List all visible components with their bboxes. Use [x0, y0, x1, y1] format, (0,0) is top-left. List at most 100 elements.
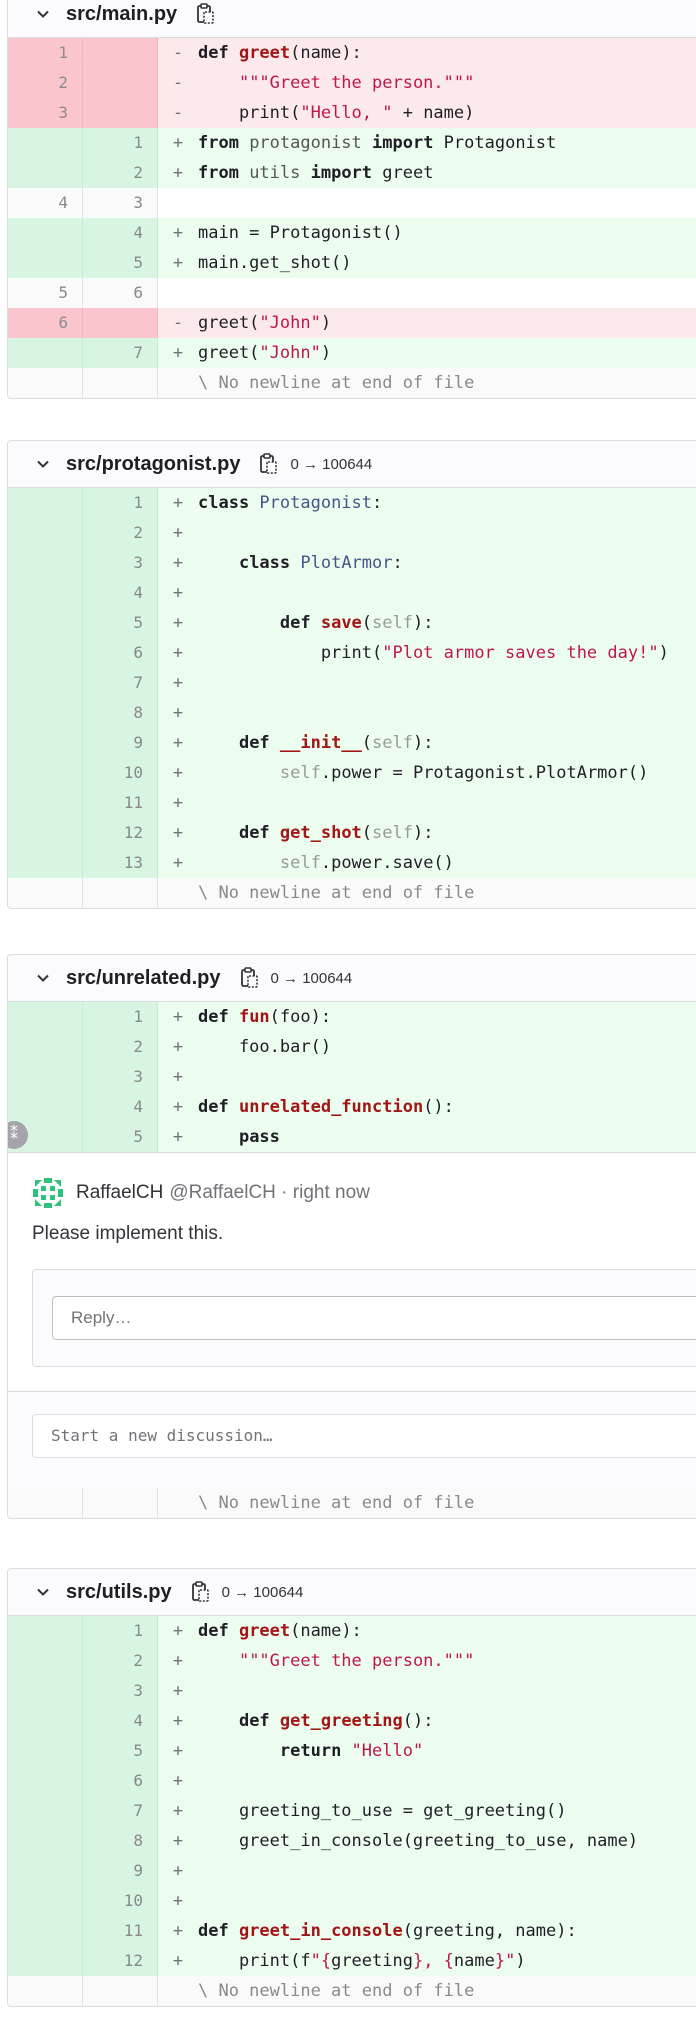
new-line-number[interactable]: 7	[83, 1796, 158, 1826]
new-line-number[interactable]	[83, 308, 158, 338]
new-line-number[interactable]	[83, 38, 158, 68]
new-line-number[interactable]: 5	[83, 608, 158, 638]
new-line-number[interactable]: 6	[83, 278, 158, 308]
new-line-number[interactable]: 5	[83, 1122, 158, 1152]
new-line-number[interactable]: 1	[83, 488, 158, 518]
old-line-number[interactable]: 4	[8, 188, 83, 218]
new-line-number[interactable]: 2	[83, 1032, 158, 1062]
new-line-number[interactable]: 11	[83, 1916, 158, 1946]
copy-path-icon[interactable]	[239, 966, 259, 990]
new-line-number[interactable]: 6	[83, 1766, 158, 1796]
new-line-number[interactable]: 12	[83, 818, 158, 848]
new-line-number[interactable]: 3	[83, 548, 158, 578]
new-line-number[interactable]: 10	[83, 1886, 158, 1916]
old-line-number[interactable]	[8, 368, 83, 398]
file-header[interactable]: src/protagonist.py 0 → 100644	[8, 441, 696, 488]
new-line-number[interactable]: 9	[83, 1856, 158, 1886]
old-line-number[interactable]	[8, 788, 83, 818]
new-line-number[interactable]: 9	[83, 728, 158, 758]
old-line-number[interactable]	[8, 1032, 83, 1062]
file-header[interactable]: src/main.py	[8, 0, 696, 38]
new-line-number[interactable]	[83, 1976, 158, 2006]
file-name[interactable]: src/utils.py	[66, 1581, 172, 1604]
new-line-number[interactable]: 8	[83, 698, 158, 728]
new-line-number[interactable]: 1	[83, 1002, 158, 1032]
old-line-number[interactable]	[8, 638, 83, 668]
chevron-down-icon[interactable]	[36, 1585, 50, 1599]
new-line-number[interactable]	[83, 68, 158, 98]
old-line-number[interactable]	[8, 548, 83, 578]
new-line-number[interactable]: 4	[83, 218, 158, 248]
old-line-number[interactable]	[8, 728, 83, 758]
chevron-down-icon[interactable]	[36, 7, 50, 21]
new-line-number[interactable]: 6	[83, 638, 158, 668]
old-line-number[interactable]	[8, 1856, 83, 1886]
new-line-number[interactable]	[83, 368, 158, 398]
new-line-number[interactable]: 2	[83, 158, 158, 188]
old-line-number[interactable]	[8, 758, 83, 788]
new-line-number[interactable]: 1	[83, 128, 158, 158]
old-line-number[interactable]	[8, 128, 83, 158]
new-line-number[interactable]: 12	[83, 1946, 158, 1976]
new-line-number[interactable]: 2	[83, 1646, 158, 1676]
new-line-number[interactable]: 8	[83, 1826, 158, 1856]
new-line-number[interactable]: 13	[83, 848, 158, 878]
old-line-number[interactable]	[8, 518, 83, 548]
file-name[interactable]: src/unrelated.py	[66, 967, 221, 990]
new-line-number[interactable]: 5	[83, 1736, 158, 1766]
new-line-number[interactable]: 1	[83, 1616, 158, 1646]
note-author[interactable]: RaffaelCH	[76, 1182, 163, 1204]
new-discussion-input[interactable]: Start a new discussion…	[32, 1414, 696, 1458]
old-line-number[interactable]	[8, 1002, 83, 1032]
old-line-number[interactable]	[8, 1646, 83, 1676]
new-line-number[interactable]: 3	[83, 1062, 158, 1092]
old-line-number[interactable]	[8, 1092, 83, 1122]
old-line-number[interactable]	[8, 1616, 83, 1646]
old-line-number[interactable]	[8, 1976, 83, 2006]
file-header[interactable]: src/unrelated.py 0 → 100644	[8, 955, 696, 1002]
old-line-number[interactable]	[8, 698, 83, 728]
copy-path-icon[interactable]	[258, 452, 278, 476]
old-line-number[interactable]	[8, 158, 83, 188]
new-line-number[interactable]: 4	[83, 1706, 158, 1736]
new-line-number[interactable]: 4	[83, 1092, 158, 1122]
old-line-number[interactable]	[8, 1676, 83, 1706]
new-line-number[interactable]	[83, 98, 158, 128]
old-line-number[interactable]: 2	[8, 68, 83, 98]
old-line-number[interactable]	[8, 668, 83, 698]
old-line-number[interactable]	[8, 818, 83, 848]
old-line-number[interactable]: 5	[8, 278, 83, 308]
new-line-number[interactable]	[83, 1488, 158, 1518]
new-line-number[interactable]: 7	[83, 338, 158, 368]
old-line-number[interactable]: 3	[8, 98, 83, 128]
new-line-number[interactable]: 3	[83, 1676, 158, 1706]
new-line-number[interactable]: 3	[83, 188, 158, 218]
old-line-number[interactable]	[8, 248, 83, 278]
old-line-number[interactable]: 6	[8, 308, 83, 338]
old-line-number[interactable]	[8, 1488, 83, 1518]
old-line-number[interactable]	[8, 1916, 83, 1946]
file-name[interactable]: src/protagonist.py	[66, 453, 240, 476]
old-line-number[interactable]	[8, 878, 83, 908]
chevron-down-icon[interactable]	[36, 457, 50, 471]
old-line-number[interactable]	[8, 1736, 83, 1766]
old-line-number[interactable]	[8, 608, 83, 638]
copy-path-icon[interactable]	[195, 2, 215, 26]
file-name[interactable]: src/main.py	[66, 3, 177, 26]
old-line-number[interactable]	[8, 218, 83, 248]
old-line-number[interactable]	[8, 488, 83, 518]
old-line-number[interactable]	[8, 1796, 83, 1826]
old-line-number[interactable]	[8, 1766, 83, 1796]
new-line-number[interactable]: 5	[83, 248, 158, 278]
new-line-number[interactable]: 4	[83, 578, 158, 608]
old-line-number[interactable]	[8, 578, 83, 608]
old-line-number[interactable]: 1	[8, 38, 83, 68]
reply-input[interactable]: Reply…	[52, 1296, 696, 1340]
old-line-number[interactable]	[8, 1886, 83, 1916]
file-header[interactable]: src/utils.py 0 → 100644	[8, 1569, 696, 1616]
new-line-number[interactable]: 11	[83, 788, 158, 818]
old-line-number[interactable]	[8, 1706, 83, 1736]
old-line-number[interactable]	[8, 1062, 83, 1092]
copy-path-icon[interactable]	[190, 1580, 210, 1604]
chevron-down-icon[interactable]	[36, 971, 50, 985]
